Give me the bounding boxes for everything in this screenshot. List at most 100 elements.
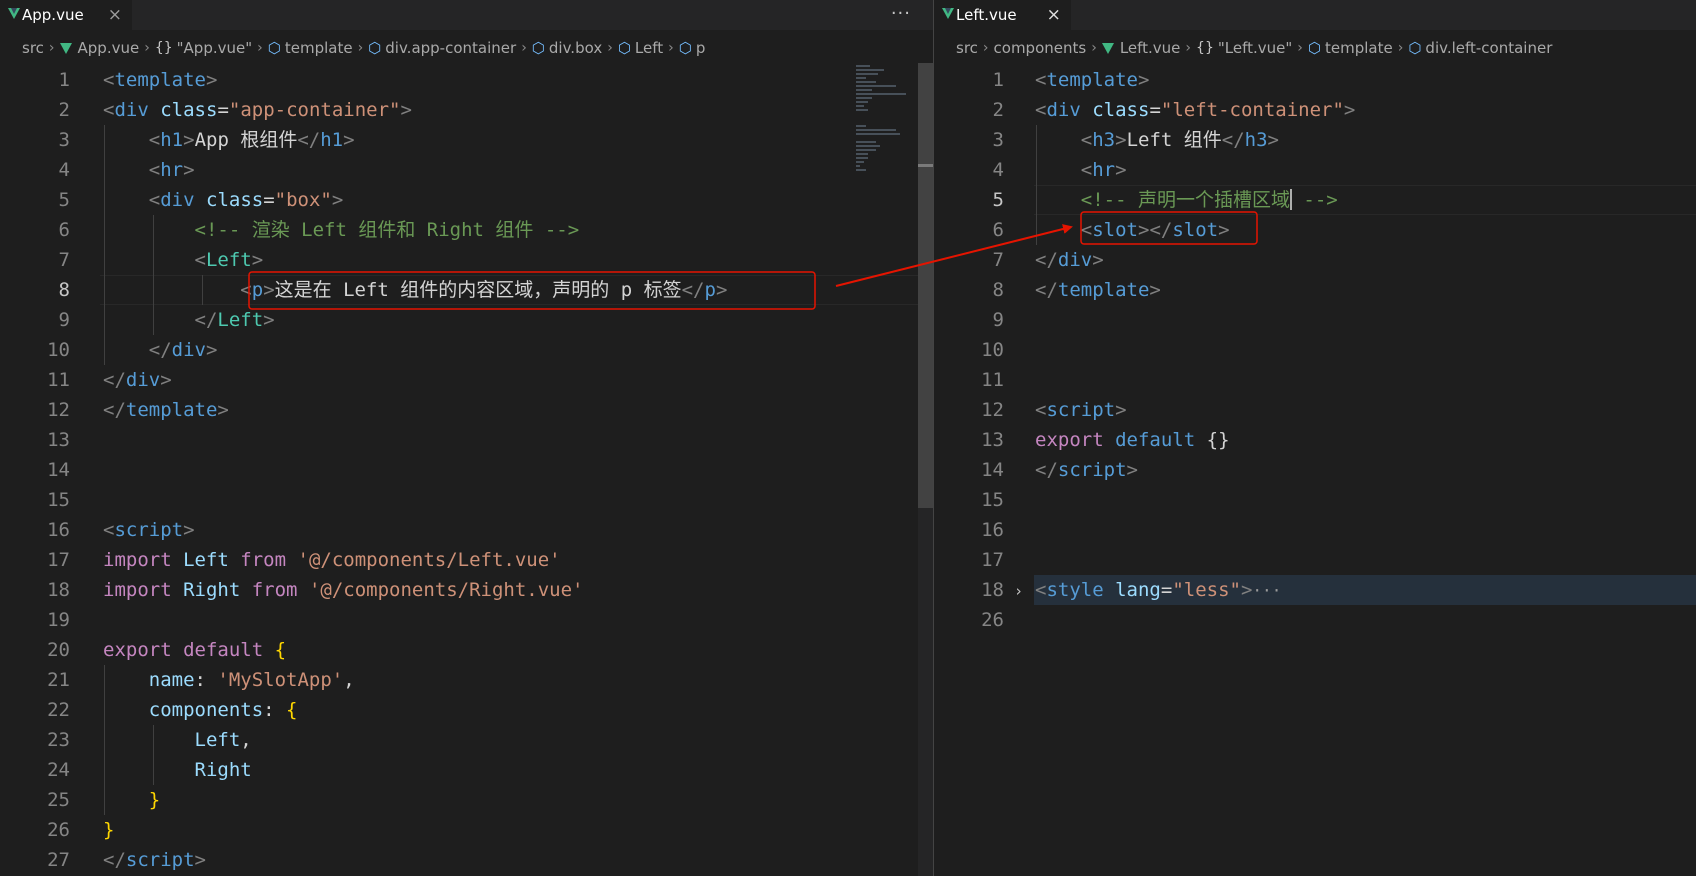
code-line[interactable]: 3 <h3>Left 组件</h3> <box>934 125 1696 155</box>
code-line[interactable]: 12 </template> <box>0 395 933 425</box>
code-token: export <box>1035 429 1104 451</box>
code-token: </ <box>1035 279 1058 301</box>
breadcrumb-item[interactable]: ⬡ div.app-container <box>368 39 516 57</box>
breadcrumb-item[interactable]: ⬡ template <box>1308 39 1393 57</box>
code-line[interactable]: 14 </script> <box>934 455 1696 485</box>
close-icon[interactable]: × <box>1047 6 1061 24</box>
code-line[interactable]: 9 </Left> <box>0 305 933 335</box>
breadcrumb-item[interactable]: ⬡ template <box>268 39 353 57</box>
code-line[interactable]: 9 <box>934 305 1696 335</box>
code-line[interactable]: 18 import Right from '@/components/Right.… <box>0 575 933 605</box>
code-token: "box" <box>274 189 332 211</box>
code-line[interactable]: 5 <div class="box"> <box>0 185 933 215</box>
code-line[interactable]: 11 </div> <box>0 365 933 395</box>
code-line[interactable]: 7 <Left> <box>0 245 933 275</box>
breadcrumb-item[interactable]: ⬡ div.box <box>532 39 602 57</box>
code-line[interactable]: 6 <slot></slot> <box>934 215 1696 245</box>
line-number: 8 <box>992 279 1004 301</box>
code-line[interactable]: 12 <script> <box>934 395 1696 425</box>
code-line[interactable]: 1 <template> <box>934 65 1696 95</box>
breadcrumb-item[interactable]: {} "App.vue" <box>155 39 252 57</box>
code-line[interactable]: 3 <h1>App 根组件</h1> <box>0 125 933 155</box>
code-token: < <box>1080 129 1093 151</box>
code-editor[interactable]: 1 <template> 2 <div class="app-container"> 3… <box>0 63 933 876</box>
code-token: } <box>103 819 115 841</box>
code-token: name <box>148 669 195 691</box>
more-actions-icon[interactable]: ··· <box>891 3 911 24</box>
line-number: 16 <box>47 519 70 541</box>
line-number: 26 <box>47 819 70 841</box>
code-token: <!-- 声明一个插槽区域 <box>1080 189 1290 211</box>
code-line[interactable]: 26} <box>0 815 933 845</box>
breadcrumb-label: App.vue <box>77 39 140 57</box>
code-line[interactable]: 4 <hr> <box>0 155 933 185</box>
minimap[interactable] <box>848 63 918 876</box>
code-line[interactable]: 20 export default { <box>0 635 933 665</box>
line-number: 7 <box>58 249 70 271</box>
code-line[interactable]: 19 <box>0 605 933 635</box>
code-token: hr <box>1092 159 1116 181</box>
code-token: div <box>1046 99 1081 121</box>
code-token: div <box>125 369 161 391</box>
tab-left-vue[interactable]: Left.vue × <box>934 0 1071 30</box>
code-line[interactable]: 22 components: { <box>0 695 933 725</box>
code-line[interactable]: 25 } <box>0 785 933 815</box>
code-line[interactable]: 17 import Left from '@/components/Left.vu… <box>0 545 933 575</box>
code-line[interactable]: 15 <box>934 485 1696 515</box>
code-token: p <box>251 279 264 301</box>
code-text: <script> <box>1035 395 1127 425</box>
code-line[interactable]: 10 </div> <box>0 335 933 365</box>
code-line[interactable]: 7 </div> <box>934 245 1696 275</box>
tab-app-vue[interactable]: App.vue × <box>0 0 132 30</box>
code-line[interactable]: 2 <div class="left-container"> <box>934 95 1696 125</box>
close-icon[interactable]: × <box>108 6 122 24</box>
breadcrumb-item[interactable]: src <box>22 39 44 57</box>
code-line[interactable]: 15 <box>0 485 933 515</box>
code-line[interactable]: 18 <style lang="less">··· <box>934 575 1696 605</box>
code-line[interactable]: 6 <!-- 渲染 Left 组件和 Right 组件 --> <box>0 215 933 245</box>
code-token: Left <box>171 549 241 571</box>
indent-guide <box>104 125 105 155</box>
code-token: < <box>1080 159 1093 181</box>
code-line[interactable]: 16 <box>934 515 1696 545</box>
code-token: class <box>1092 99 1150 121</box>
code-line[interactable]: 13 export default {} <box>934 425 1696 455</box>
code-line[interactable]: 14 <box>0 455 933 485</box>
code-line[interactable]: 13 <box>0 425 933 455</box>
breadcrumb-item[interactable]: App.vue <box>59 39 140 57</box>
breadcrumb-item[interactable]: components <box>994 39 1087 57</box>
code-line[interactable]: 5 <!-- 声明一个插槽区域 --> <box>934 185 1696 215</box>
breadcrumb-item[interactable]: ⬡ div.left-container <box>1408 39 1552 57</box>
line-number: 15 <box>47 489 70 511</box>
code-token: import <box>103 579 172 601</box>
scrollbar-thumb[interactable] <box>918 63 933 508</box>
code-line[interactable]: 21 name: 'MySlotApp', <box>0 665 933 695</box>
breadcrumb-item[interactable]: Left.vue <box>1101 39 1180 57</box>
code-line[interactable]: 11 <box>934 365 1696 395</box>
code-line[interactable]: 2 <div class="app-container"> <box>0 95 933 125</box>
indent-guide <box>104 725 105 755</box>
code-line[interactable]: 17 <box>934 545 1696 575</box>
code-editor[interactable]: 1 <template> 2 <div class="left-container">… <box>934 63 1696 876</box>
code-line[interactable]: 23 Left, <box>0 725 933 755</box>
code-line[interactable]: 10 <box>934 335 1696 365</box>
indent-guide <box>1036 215 1037 245</box>
line-number: 4 <box>58 159 70 181</box>
code-line[interactable]: 1 <template> <box>0 65 933 95</box>
code-line[interactable]: 24 Right <box>0 755 933 785</box>
minimap-line <box>856 77 866 79</box>
minimap-line <box>856 169 866 171</box>
code-line[interactable]: 27 </script> <box>0 845 933 875</box>
code-line[interactable]: 16 <script> <box>0 515 933 545</box>
breadcrumb-item[interactable]: ⬡ p <box>679 39 706 57</box>
code-token: slot <box>1172 219 1219 241</box>
breadcrumb: src › App.vue ›{} "App.vue" › ⬡ template › ⬡ div.a… <box>0 35 933 61</box>
code-line[interactable]: 8 <p>这是在 Left 组件的内容区域，声明的 p 标签</p> <box>0 275 933 305</box>
breadcrumb-item[interactable]: {} "Left.vue" <box>1196 39 1292 57</box>
breadcrumb-item[interactable]: ⬡ Left <box>618 39 663 57</box>
code-line[interactable]: 26 <box>934 605 1696 635</box>
code-line[interactable]: 8 </template> <box>934 275 1696 305</box>
code-line[interactable]: 4 <hr> <box>934 155 1696 185</box>
breadcrumb-item[interactable]: src <box>956 39 978 57</box>
